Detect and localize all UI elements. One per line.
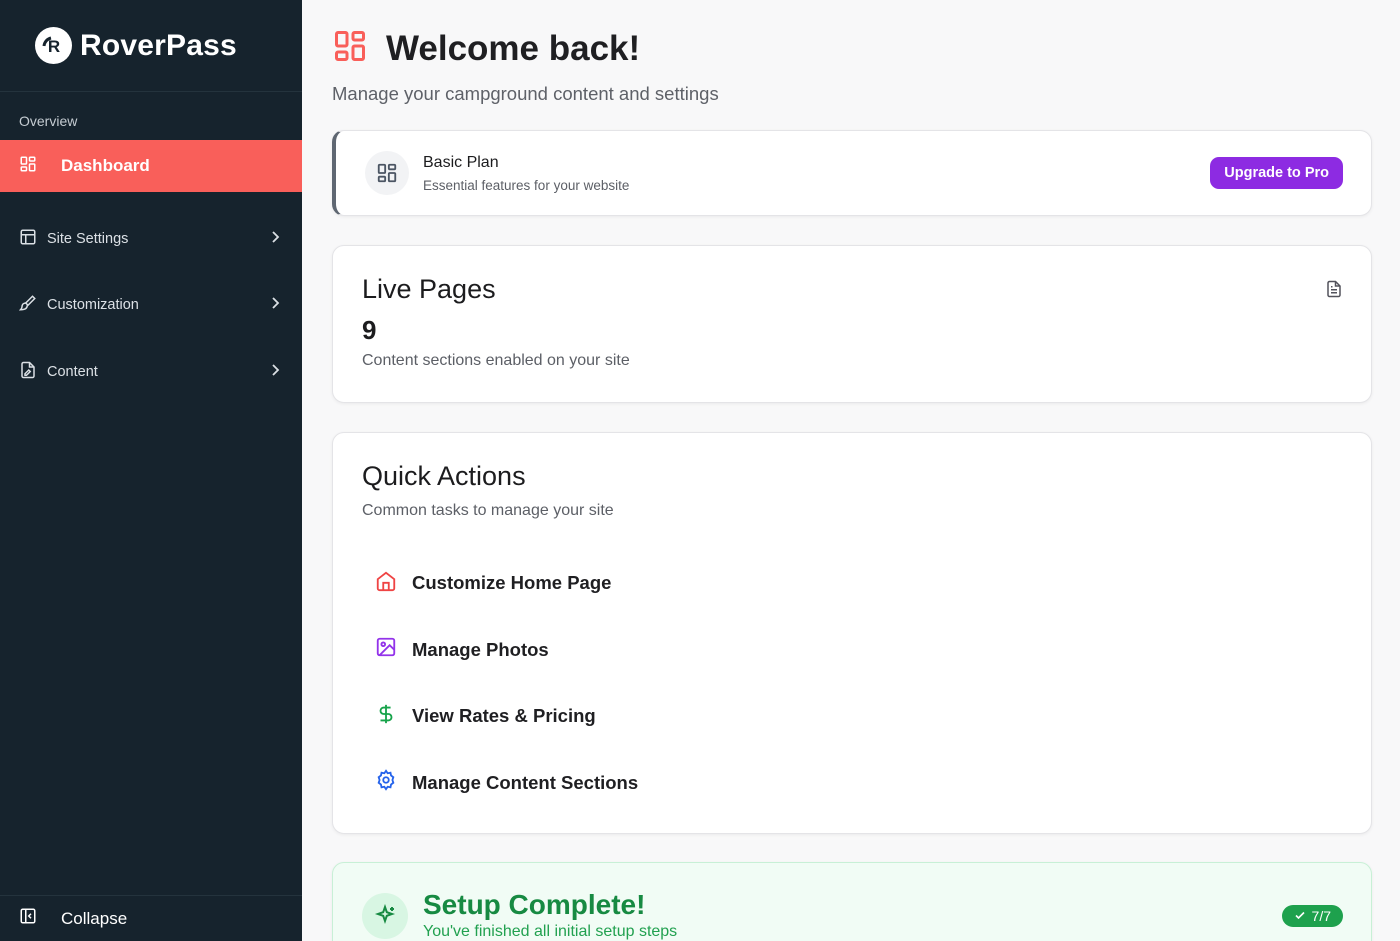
quick-actions-subtitle: Common tasks to manage your site: [362, 502, 614, 519]
quick-action-view-rates-pricing[interactable]: View Rates & Pricing: [362, 683, 1342, 750]
quick-actions-list: Customize Home Page Manage Photos View R…: [362, 550, 1342, 816]
roverpass-logo-icon: R: [35, 27, 72, 64]
live-pages-title: Live Pages: [362, 274, 496, 304]
collapse-button[interactable]: Collapse: [0, 895, 302, 941]
setup-title: Setup Complete!: [423, 889, 646, 920]
upgrade-to-pro-button[interactable]: Upgrade to Pro: [1210, 157, 1343, 189]
file-edit-icon: [19, 361, 37, 384]
live-pages-description: Content sections enabled on your site: [362, 352, 630, 369]
quick-action-manage-content-sections[interactable]: Manage Content Sections: [362, 750, 1342, 817]
setup-subtitle: You've finished all initial setup steps: [423, 923, 678, 940]
quick-action-manage-photos[interactable]: Manage Photos: [362, 617, 1342, 684]
setup-progress-badge: 7/7: [1281, 905, 1343, 927]
setup-complete-card: Setup Complete! You've finished all init…: [332, 862, 1372, 941]
gear-icon: [375, 769, 397, 796]
chevron-right-icon: [270, 363, 280, 381]
plan-description: Essential features for your website: [423, 177, 630, 193]
quick-actions-card: Quick Actions Common tasks to manage you…: [332, 432, 1372, 834]
sidebar-item-content[interactable]: Content: [0, 352, 302, 392]
document-icon: [1325, 279, 1343, 304]
dashboard-grid-icon: [332, 28, 368, 69]
sidebar-section-label: Overview: [19, 113, 78, 129]
live-pages-card[interactable]: Live Pages 9 Content sections enabled on…: [332, 245, 1372, 403]
dollar-icon: [375, 703, 397, 730]
quick-action-label: Customize Home Page: [412, 572, 612, 594]
page-subtitle: Manage your campground content and setti…: [332, 83, 719, 104]
sidebar-item-customization[interactable]: Customization: [0, 285, 302, 325]
plan-grid-icon: [365, 151, 409, 195]
setup-progress-text: 7/7: [1311, 908, 1331, 924]
home-icon: [375, 570, 397, 597]
collapse-sidebar-icon: [19, 907, 37, 930]
paintbrush-icon: [18, 294, 37, 317]
quick-action-customize-home-page[interactable]: Customize Home Page: [362, 550, 1342, 617]
layout-icon: [19, 228, 37, 251]
sidebar-item-label: Site Settings: [47, 231, 129, 247]
chevron-right-icon: [270, 230, 280, 248]
brand-name: RoverPass: [80, 28, 237, 62]
page-header: Welcome back! Manage your campground con…: [332, 28, 1132, 105]
sidebar-item-site-settings[interactable]: Site Settings: [0, 219, 302, 259]
plan-name: Basic Plan: [423, 153, 499, 171]
check-icon: [1294, 908, 1306, 924]
sparkles-icon: [362, 893, 408, 939]
quick-action-label: View Rates & Pricing: [412, 705, 596, 727]
chevron-right-icon: [270, 296, 280, 314]
page-title: Welcome back!: [386, 28, 641, 68]
dashboard-grid-icon: [19, 155, 37, 178]
sidebar-item-label: Content: [47, 364, 98, 380]
collapse-label: Collapse: [61, 908, 128, 928]
sidebar-item-dashboard[interactable]: Dashboard: [0, 140, 302, 192]
quick-actions-title: Quick Actions: [362, 461, 526, 491]
sidebar-item-label: Customization: [47, 297, 139, 313]
plan-card: Basic Plan Essential features for your w…: [332, 130, 1372, 216]
live-pages-count: 9: [362, 315, 377, 345]
quick-action-label: Manage Content Sections: [412, 771, 639, 793]
brand[interactable]: R RoverPass: [0, 0, 302, 92]
sidebar-item-label: Dashboard: [61, 156, 150, 175]
image-icon: [375, 636, 397, 663]
quick-action-label: Manage Photos: [412, 638, 549, 660]
sidebar: R RoverPass Overview Dashboard Site Sett…: [0, 0, 302, 941]
